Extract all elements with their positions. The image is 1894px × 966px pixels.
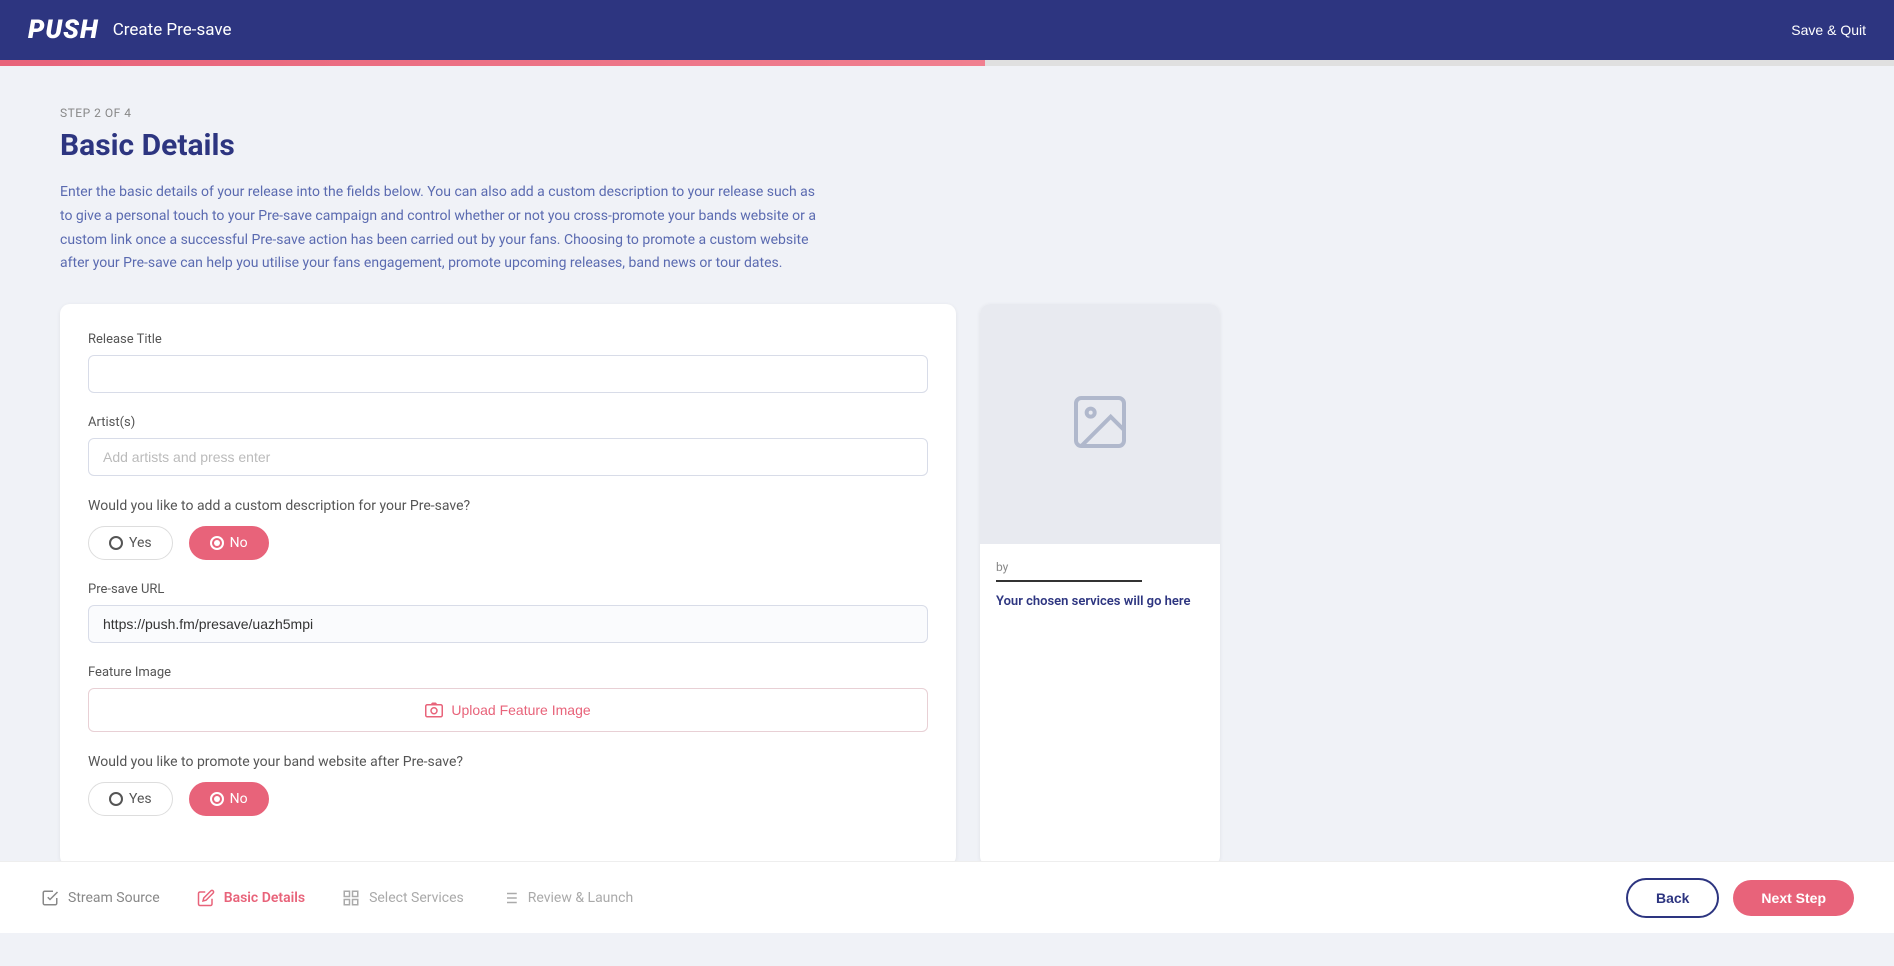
- custom-desc-radio-group: Yes No: [88, 526, 928, 560]
- promote-yes-label: Yes: [129, 791, 152, 807]
- custom-desc-group: Would you like to add a custom descripti…: [88, 498, 928, 560]
- logo: PUSH: [28, 15, 99, 45]
- feature-image-label: Feature Image: [88, 665, 928, 680]
- custom-desc-yes-dot: [109, 536, 123, 550]
- preview-image-area: [980, 304, 1220, 544]
- footer-steps: Stream Source Basic Details Select S: [40, 888, 633, 908]
- custom-desc-yes-option[interactable]: Yes: [88, 526, 173, 560]
- grid-icon: [341, 888, 361, 908]
- form-layout: Release Title Artist(s) Would you like t…: [60, 304, 1220, 866]
- promote-website-question: Would you like to promote your band webs…: [88, 754, 928, 770]
- header-title: Create Pre-save: [113, 20, 232, 40]
- footer-step-review-launch[interactable]: Review & Launch: [500, 888, 633, 908]
- step-label: STEP 2 OF 4: [60, 106, 1834, 120]
- upload-image-button[interactable]: Upload Feature Image: [88, 688, 928, 732]
- promote-yes-option[interactable]: Yes: [88, 782, 173, 816]
- release-title-group: Release Title: [88, 332, 928, 393]
- review-launch-label: Review & Launch: [528, 890, 633, 906]
- artists-input[interactable]: [88, 438, 928, 476]
- footer-step-basic-details[interactable]: Basic Details: [196, 888, 305, 908]
- preview-services-text: Your chosen services will go here: [996, 594, 1204, 609]
- promote-yes-dot: [109, 792, 123, 806]
- promote-website-group: Would you like to promote your band webs…: [88, 754, 928, 816]
- artists-label: Artist(s): [88, 415, 928, 430]
- presave-url-label: Pre-save URL: [88, 582, 928, 597]
- footer: Stream Source Basic Details Select S: [0, 861, 1894, 933]
- basic-details-label: Basic Details: [224, 890, 305, 906]
- preview-title-placeholder: [996, 580, 1142, 582]
- promote-no-dot: [210, 792, 224, 806]
- image-placeholder-icon: [1068, 390, 1132, 458]
- feature-image-group: Feature Image Upload Feature Image: [88, 665, 928, 732]
- footer-step-stream-source[interactable]: Stream Source: [40, 888, 160, 908]
- promote-no-option[interactable]: No: [189, 782, 269, 816]
- edit-icon: [196, 888, 216, 908]
- back-button[interactable]: Back: [1626, 878, 1719, 918]
- footer-step-select-services[interactable]: Select Services: [341, 888, 464, 908]
- upload-label: Upload Feature Image: [451, 702, 590, 718]
- presave-url-input[interactable]: [88, 605, 928, 643]
- main-content: STEP 2 OF 4 Basic Details Enter the basi…: [0, 66, 1894, 966]
- form-card: Release Title Artist(s) Would you like t…: [60, 304, 956, 866]
- list-icon: [500, 888, 520, 908]
- footer-buttons: Back Next Step: [1626, 878, 1854, 918]
- preview-info: by Your chosen services will go here: [980, 544, 1220, 625]
- release-title-input[interactable]: [88, 355, 928, 393]
- description-text: Enter the basic details of your release …: [60, 181, 820, 276]
- save-quit-button[interactable]: Save & Quit: [1791, 22, 1866, 38]
- page-title: Basic Details: [60, 128, 1834, 163]
- header-left: PUSH Create Pre-save: [28, 15, 232, 45]
- camera-icon: [425, 701, 443, 719]
- custom-desc-no-label: No: [230, 535, 248, 551]
- artists-group: Artist(s): [88, 415, 928, 476]
- promote-no-label: No: [230, 791, 248, 807]
- check-square-icon: [40, 888, 60, 908]
- stream-source-label: Stream Source: [68, 890, 160, 906]
- next-step-button[interactable]: Next Step: [1733, 880, 1854, 916]
- release-title-label: Release Title: [88, 332, 928, 347]
- custom-desc-no-dot: [210, 536, 224, 550]
- preview-by: by: [996, 560, 1204, 574]
- preview-card: by Your chosen services will go here: [980, 304, 1220, 866]
- presave-url-group: Pre-save URL: [88, 582, 928, 643]
- custom-desc-question: Would you like to add a custom descripti…: [88, 498, 928, 514]
- custom-desc-no-option[interactable]: No: [189, 526, 269, 560]
- select-services-label: Select Services: [369, 890, 464, 906]
- custom-desc-yes-label: Yes: [129, 535, 152, 551]
- promote-website-radio-group: Yes No: [88, 782, 928, 816]
- header: PUSH Create Pre-save Save & Quit: [0, 0, 1894, 60]
